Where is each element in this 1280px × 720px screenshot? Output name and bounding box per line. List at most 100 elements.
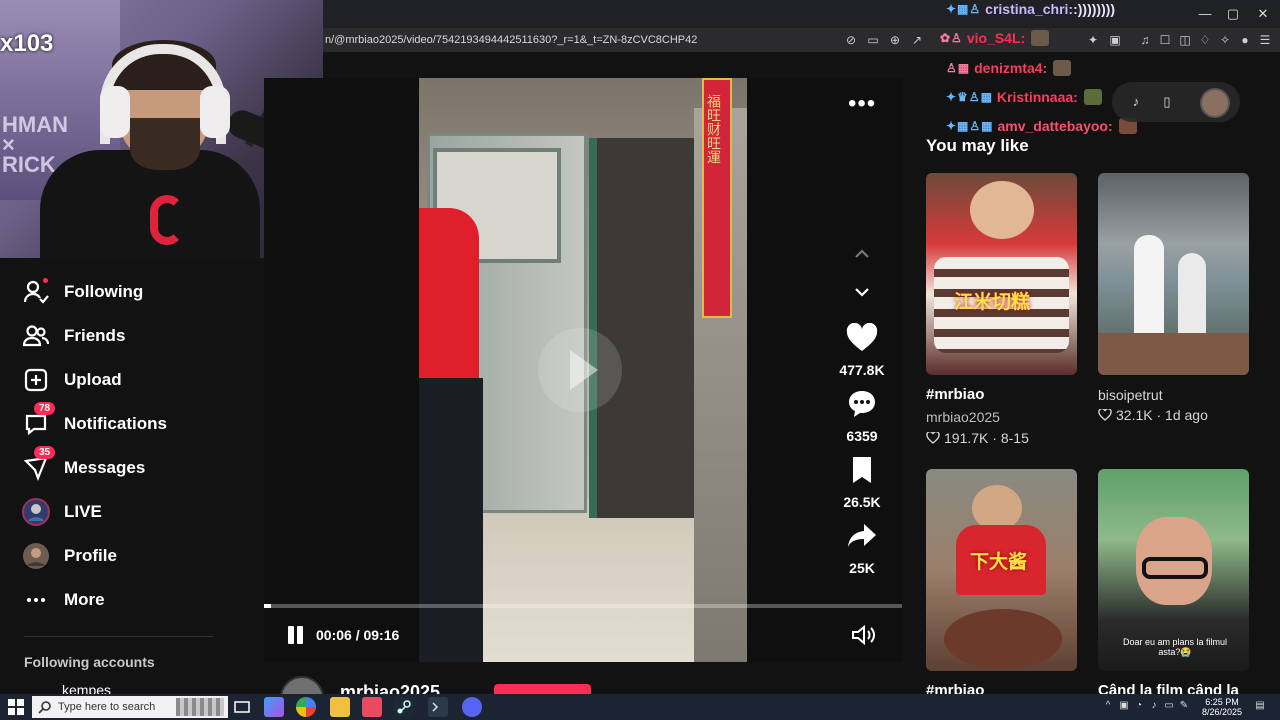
cast-icon[interactable]: ▭ xyxy=(864,31,882,49)
close-icon[interactable]: ✕ xyxy=(1246,4,1280,24)
channel-id-overlay: x103 xyxy=(0,30,54,57)
url-text[interactable]: n/@mrbiao2025/video/7542193494442511630?… xyxy=(325,34,697,46)
task-view-icon[interactable] xyxy=(232,697,252,717)
video-time: 00:06 / 09:16 xyxy=(316,627,400,643)
messages-badge: 35 xyxy=(34,446,56,459)
sidebar-item-label: Following xyxy=(64,282,144,301)
new-dot-badge xyxy=(43,278,48,283)
mobile-app-icon[interactable]: ▯ xyxy=(1159,94,1175,110)
wallet-icon[interactable]: ✧ xyxy=(1216,31,1234,49)
menu-icon[interactable]: ☰ xyxy=(1256,31,1274,49)
card-date: 8-15 xyxy=(1000,430,1029,446)
thumbnail-overlay-text: Doar eu am plans la filmul asta?😭 xyxy=(1122,637,1228,657)
friends-icon xyxy=(20,320,52,352)
comment-icon[interactable] xyxy=(846,389,878,419)
sidebar-item-friends[interactable]: Friends xyxy=(20,318,250,354)
sidebar-item-messages[interactable]: 35 Messages xyxy=(20,446,250,486)
browser-icon[interactable] xyxy=(362,697,382,717)
pen-icon[interactable]: ✎ xyxy=(1178,700,1190,712)
sidebar-item-profile[interactable]: Profile xyxy=(20,538,250,574)
recommended-thumbnail[interactable]: Doar eu am plans la filmul asta?😭 xyxy=(1098,469,1249,671)
card-likes: 32.1K xyxy=(1116,407,1153,423)
bookmark-icon[interactable]: ☐ xyxy=(1156,31,1174,49)
profile-icon xyxy=(20,540,52,572)
copilot-icon[interactable] xyxy=(264,697,284,717)
tiktok-icon[interactable]: ♪ xyxy=(1128,94,1144,110)
card-title[interactable]: #mrbiao xyxy=(926,386,984,403)
like-count: 477.8K xyxy=(839,362,885,378)
more-options-icon[interactable]: ••• xyxy=(848,92,876,116)
previous-video-icon[interactable] xyxy=(849,244,875,264)
thumbnail-overlay-text: 下大酱 xyxy=(970,552,1028,573)
messages-icon: 35 xyxy=(20,446,56,484)
music-icon[interactable]: ♫ xyxy=(1136,31,1154,49)
chat-colon: : xyxy=(1107,118,1113,134)
card-meta: 32.1K · 1d ago xyxy=(1098,407,1208,423)
reader-icon[interactable]: ⊘ xyxy=(842,31,860,49)
network-icon[interactable]: ◔ xyxy=(1133,700,1145,712)
steam-icon[interactable] xyxy=(394,697,414,717)
sidebar-item-label: Upload xyxy=(64,370,122,389)
headset-earcup-left xyxy=(100,86,130,138)
volume-tray-icon[interactable]: ♪ xyxy=(1148,700,1160,712)
share-icon[interactable]: ↗ xyxy=(908,31,926,49)
sidebar-divider xyxy=(24,636,214,637)
vpn-icon[interactable]: ♢ xyxy=(1196,31,1214,49)
chat-colon: : xyxy=(1073,89,1078,105)
sidebar-toggle-icon[interactable]: ◫ xyxy=(1176,31,1194,49)
user-avatar[interactable] xyxy=(1200,88,1230,118)
display-icon[interactable]: ▭ xyxy=(1163,700,1175,712)
card-date: 1d ago xyxy=(1165,407,1208,423)
video-scene-doorway xyxy=(589,138,699,518)
discord-icon[interactable] xyxy=(462,697,482,717)
sidebar-item-upload[interactable]: Upload xyxy=(20,362,250,398)
extensions-icon[interactable]: ✦ xyxy=(1084,31,1102,49)
sidebar-item-notifications[interactable]: 78 Notifications xyxy=(20,402,250,442)
sidebar-item-more[interactable]: More xyxy=(20,582,250,618)
chat-text: :)))))))) xyxy=(1073,1,1116,17)
thumbnail-pot xyxy=(944,609,1062,669)
share-video-icon[interactable] xyxy=(846,521,878,551)
profile-ext-icon[interactable]: ● xyxy=(1236,31,1254,49)
chat-message: ✦▦♙ cristina_chri: :)))))))) xyxy=(946,1,1115,17)
taskbar-clock[interactable]: 6:25 PM 8/26/2025 xyxy=(1200,697,1244,717)
comment-count: 6359 xyxy=(846,428,878,444)
clock-time: 6:25 PM xyxy=(1205,697,1239,707)
chat-username: Kristinnaaa xyxy=(996,89,1074,105)
zoom-icon[interactable]: ⊕ xyxy=(886,31,904,49)
card-author[interactable]: bisoipetrut xyxy=(1098,387,1163,403)
notification-center-icon[interactable]: ▤ xyxy=(1254,700,1266,712)
next-video-icon[interactable] xyxy=(849,282,875,302)
volume-icon[interactable] xyxy=(850,624,876,646)
search-icon xyxy=(38,700,52,714)
thumbnail-ground xyxy=(1098,333,1249,375)
file-explorer-icon[interactable] xyxy=(330,697,350,717)
share-count: 25K xyxy=(849,560,875,576)
sidebar-item-live[interactable]: LIVE xyxy=(20,494,250,530)
heart-outline-icon xyxy=(1098,409,1112,421)
tray-expand-icon[interactable]: ^ xyxy=(1102,700,1114,712)
headset-earcup-right xyxy=(200,86,230,138)
recommended-thumbnail[interactable]: 下大酱 xyxy=(926,469,1077,671)
sidebar-item-label: Messages xyxy=(64,458,146,477)
video-scene-banner: 福旺财旺運 xyxy=(702,78,732,318)
save-icon[interactable] xyxy=(846,455,878,485)
like-icon[interactable] xyxy=(846,322,878,353)
chrome-icon[interactable] xyxy=(296,697,316,717)
notifications-badge: 78 xyxy=(34,402,56,415)
tray-app-icon[interactable]: ▣ xyxy=(1118,700,1130,712)
card-author[interactable]: mrbiao2025 xyxy=(926,409,1000,425)
sidebar-item-following[interactable]: Following xyxy=(20,274,250,310)
play-icon[interactable] xyxy=(538,328,622,412)
chat-colon: : xyxy=(1020,30,1026,46)
tab-icon[interactable]: ▣ xyxy=(1106,31,1124,49)
video-progress-bar[interactable] xyxy=(264,604,902,608)
you-may-like-title: You may like xyxy=(926,136,1029,155)
maximize-icon[interactable]: ▢ xyxy=(1216,4,1250,24)
terminal-icon[interactable] xyxy=(428,697,448,717)
windows-start-icon[interactable] xyxy=(8,699,24,715)
recommended-thumbnail[interactable]: 江米切糕 xyxy=(926,173,1077,375)
chat-message: ✿♙ vio_S4L: xyxy=(940,30,1050,46)
recommended-thumbnail[interactable] xyxy=(1098,173,1249,375)
pause-icon[interactable] xyxy=(286,624,306,646)
